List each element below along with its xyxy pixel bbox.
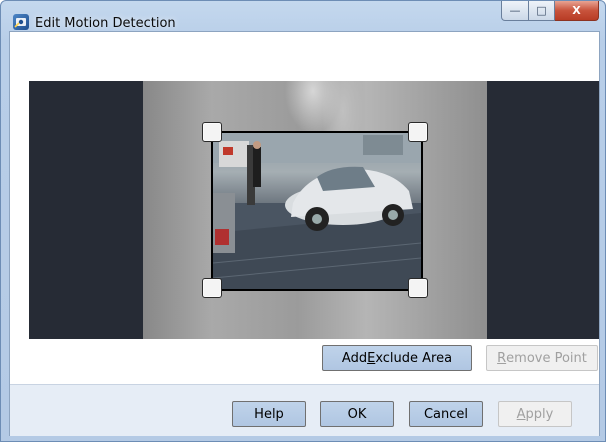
cancel-button[interactable]: Cancel (409, 401, 483, 427)
area-corner-handle-bottom-left[interactable] (202, 278, 222, 298)
remove-point-mnemonic: R (497, 350, 507, 366)
minimize-icon: — (509, 4, 521, 17)
add-exclude-area-label-end: xclude Area (375, 350, 453, 366)
add-exclude-area-mnemonic: E (367, 350, 376, 366)
camera-preview[interactable] (29, 81, 599, 339)
area-corner-handle-top-left[interactable] (202, 122, 222, 142)
motion-settings-icon (13, 14, 29, 30)
caption-buttons: — □ X (501, 1, 599, 21)
apply-button[interactable]: Apply (498, 401, 572, 427)
maximize-icon: □ (536, 4, 547, 17)
apply-mnemonic: A (516, 406, 526, 422)
close-button[interactable]: X (555, 1, 599, 21)
remove-point-label-end: emove Point (506, 350, 587, 366)
area-corner-handle-bottom-right[interactable] (408, 278, 428, 298)
area-corner-handle-top-right[interactable] (408, 122, 428, 142)
apply-label-end: pply (525, 406, 554, 422)
camera-snapshot-image (213, 133, 421, 289)
dialog-client-area: Add Exclude Area Remove Point Help OK Ca… (9, 31, 600, 436)
close-icon: X (572, 4, 581, 17)
add-exclude-area-label-start: Add (341, 350, 368, 366)
help-button[interactable]: Help (232, 401, 306, 427)
edit-motion-detection-window: Edit Motion Detection — □ X Add E xclude… (0, 0, 606, 442)
motion-detection-area[interactable] (211, 131, 423, 291)
add-exclude-area-button[interactable]: Add Exclude Area (322, 345, 472, 371)
remove-point-button[interactable]: Remove Point (486, 345, 598, 371)
ok-button[interactable]: OK (320, 401, 394, 427)
maximize-button[interactable]: □ (529, 1, 555, 21)
minimize-button[interactable]: — (501, 1, 529, 21)
